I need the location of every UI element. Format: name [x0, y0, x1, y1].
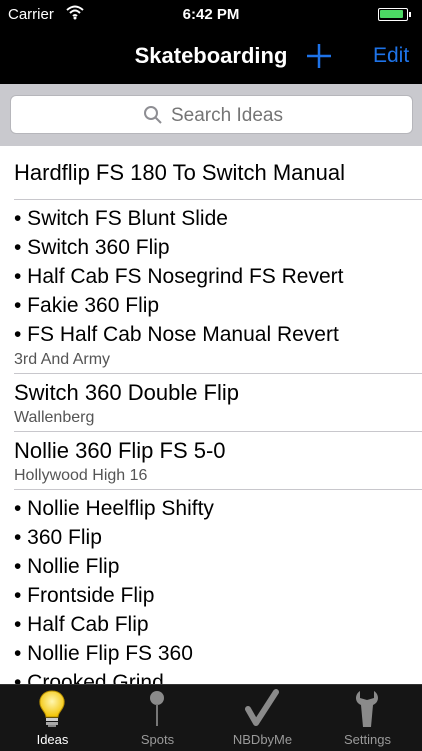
tab-label: NBDbyMe — [232, 732, 293, 747]
search-bar — [0, 84, 422, 146]
bullet-text: • Fakie 360 Flip — [14, 294, 160, 317]
bullet-text: • Crooked Grind — [14, 671, 164, 684]
ideas-list[interactable]: Hardflip FS 180 To Switch Manual • Switc… — [0, 146, 422, 684]
tab-bar: Ideas Spots NBDbyMe Settings — [0, 684, 422, 751]
item-title: Switch 360 Double Flip — [14, 380, 240, 405]
list-item[interactable]: Nollie 360 Flip FS 5-0 Hollywood High 16 — [0, 432, 422, 489]
plus-icon[interactable] — [304, 36, 334, 74]
bullet-text: • FS Half Cab Nose Manual Revert — [14, 323, 339, 346]
search-input[interactable] — [169, 101, 373, 130]
tab-label: Settings — [344, 732, 391, 747]
bullet-text: • 360 Flip — [14, 526, 102, 549]
lightbulb-icon — [39, 690, 65, 727]
bullet-text: • Nollie Flip FS 360 — [14, 642, 193, 665]
bullet-text: • Nollie Flip — [14, 555, 120, 578]
tab-ideas[interactable]: Ideas — [0, 685, 105, 751]
item-subtitle: Wallenberg — [14, 409, 95, 426]
list-item[interactable]: • Switch FS Blunt Slide • Switch 360 Fli… — [0, 200, 422, 373]
search-field[interactable] — [10, 95, 413, 134]
bullet-text: • Switch 360 Flip — [14, 236, 170, 259]
tab-settings[interactable]: Settings — [315, 685, 420, 751]
list-item[interactable]: • Nollie Heelflip Shifty • 360 Flip • No… — [0, 490, 422, 684]
list-item[interactable]: Switch 360 Double Flip Wallenberg — [0, 374, 422, 431]
status-bar: Carrier 6:42 PM — [0, 0, 422, 30]
battery-icon — [378, 8, 412, 21]
pin-icon — [150, 691, 164, 726]
bullet-text: • Switch FS Blunt Slide — [14, 207, 228, 230]
page-title: Skateboarding — [134, 43, 288, 68]
wrench-icon — [356, 691, 378, 727]
item-title: Nollie 360 Flip FS 5-0 — [14, 438, 226, 463]
item-subtitle: Hollywood High 16 — [14, 467, 148, 484]
bullet-text: • Nollie Heelflip Shifty — [14, 497, 214, 520]
navigation-bar: Skateboarding Edit — [0, 30, 422, 84]
bullet-text: • Frontside Flip — [14, 584, 155, 607]
tab-nbdbyme[interactable]: NBDbyMe — [210, 685, 315, 751]
tab-spots[interactable]: Spots — [105, 685, 210, 751]
edit-button[interactable]: Edit — [373, 44, 409, 68]
item-title: Hardflip FS 180 To Switch Manual — [14, 160, 345, 185]
checkmark-icon — [245, 689, 279, 726]
item-subtitle: 3rd And Army — [14, 351, 111, 368]
tab-label: Ideas — [36, 732, 69, 747]
tab-label: Spots — [140, 732, 175, 747]
clock: 6:42 PM — [182, 6, 240, 23]
search-icon — [144, 106, 162, 124]
bullet-text: • Half Cab FS Nosegrind FS Revert — [14, 265, 344, 288]
bullet-text: • Half Cab Flip — [14, 613, 149, 636]
list-item[interactable]: Hardflip FS 180 To Switch Manual — [0, 146, 422, 199]
